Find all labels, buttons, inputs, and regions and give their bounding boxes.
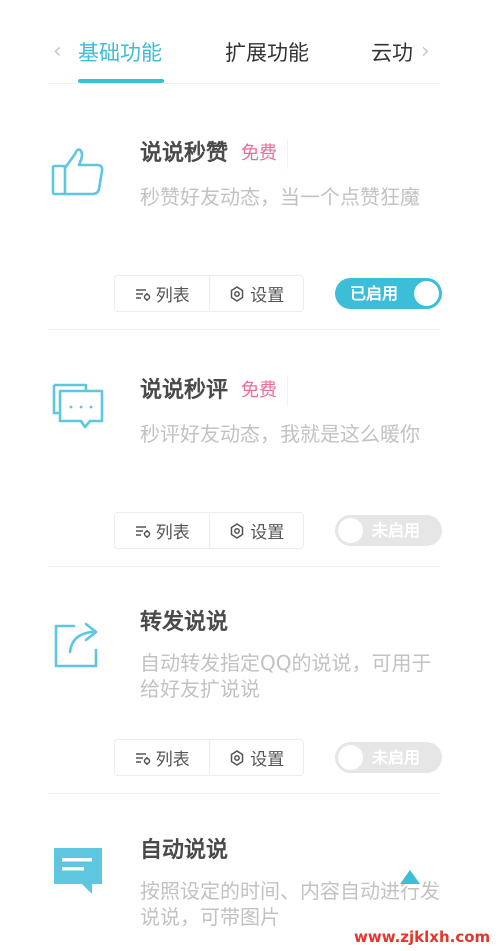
list-button[interactable]: 列表 <box>115 513 209 548</box>
action-buttons: 列表 设置 <box>114 739 304 776</box>
action-buttons: 列表 设置 <box>114 512 304 549</box>
enable-toggle[interactable]: 未启用 <box>335 515 442 546</box>
list-button[interactable]: 列表 <box>115 740 209 775</box>
share-icon <box>48 614 108 674</box>
toggle-label: 未启用 <box>372 521 421 540</box>
watermark: www.zjklxh.com <box>354 928 491 946</box>
settings-button[interactable]: 设置 <box>208 276 304 311</box>
settings-button-label: 设置 <box>250 750 285 770</box>
chevron-left-icon[interactable]: ‹ <box>53 40 62 64</box>
list-button-label: 列表 <box>155 286 190 306</box>
feature-description: 秒评好友动态，我就是这么暖你 <box>140 422 420 446</box>
settings-button[interactable]: 设置 <box>208 513 304 548</box>
chevron-right-icon[interactable]: › <box>421 40 430 64</box>
list-button-label: 列表 <box>155 523 190 543</box>
settings-button-label: 设置 <box>250 523 285 543</box>
free-badge: 免费 <box>241 376 288 406</box>
tab-extended[interactable]: 扩展功能 <box>225 38 309 68</box>
feature-card-forward: 转发说说 自动转发指定QQ的说说，可用于给好友扩说说 列表 设置 未启用 <box>0 584 500 794</box>
gear-icon <box>231 285 244 302</box>
chat-bubbles-icon <box>48 377 108 437</box>
feature-card-like: 说说秒赞 免费 秒赞好友动态，当一个点赞狂魔 列表 设置 已启用 <box>0 110 500 330</box>
gear-icon <box>231 749 244 766</box>
list-filter-icon <box>135 752 150 765</box>
tab-cloud[interactable]: 云功 <box>371 38 413 68</box>
divider <box>48 329 440 330</box>
action-buttons: 列表 设置 <box>114 275 304 312</box>
thumbs-up-icon <box>48 140 108 200</box>
enable-toggle[interactable]: 未启用 <box>335 742 442 773</box>
feature-title: 自动说说 <box>140 838 229 863</box>
message-icon <box>48 840 108 900</box>
toggle-label: 未启用 <box>372 748 421 767</box>
list-button[interactable]: 列表 <box>115 276 209 311</box>
list-filter-icon <box>135 525 150 538</box>
free-badge: 免费 <box>241 139 288 169</box>
list-filter-icon <box>135 288 150 301</box>
toggle-knob <box>414 281 439 306</box>
feature-title: 说说秒赞 <box>140 141 229 166</box>
list-button-label: 列表 <box>155 750 190 770</box>
divider <box>48 83 440 84</box>
feature-title: 说说秒评 <box>140 378 229 403</box>
settings-button[interactable]: 设置 <box>208 740 304 775</box>
divider <box>48 566 440 567</box>
enable-toggle[interactable]: 已启用 <box>335 278 442 309</box>
toggle-knob <box>338 518 363 543</box>
tab-basic[interactable]: 基础功能 <box>78 38 162 68</box>
feature-title: 转发说说 <box>140 610 229 635</box>
divider <box>48 793 440 794</box>
feature-description: 按照设定的时间、内容自动进行发说说，可带图片 <box>140 879 440 929</box>
scroll-to-top-icon[interactable] <box>400 870 420 884</box>
feature-description: 秒赞好友动态，当一个点赞狂魔 <box>140 185 420 209</box>
feature-card-comment: 说说秒评 免费 秒评好友动态，我就是这么暖你 列表 设置 未启用 <box>0 347 500 567</box>
settings-button-label: 设置 <box>250 286 285 306</box>
toggle-knob <box>338 745 363 770</box>
tab-bar: ‹ 基础功能 扩展功能 云功 › <box>0 0 500 84</box>
feature-description: 自动转发指定QQ的说说，可用于给好友扩说说 <box>140 651 432 701</box>
toggle-label: 已启用 <box>350 284 399 303</box>
gear-icon <box>231 522 244 539</box>
